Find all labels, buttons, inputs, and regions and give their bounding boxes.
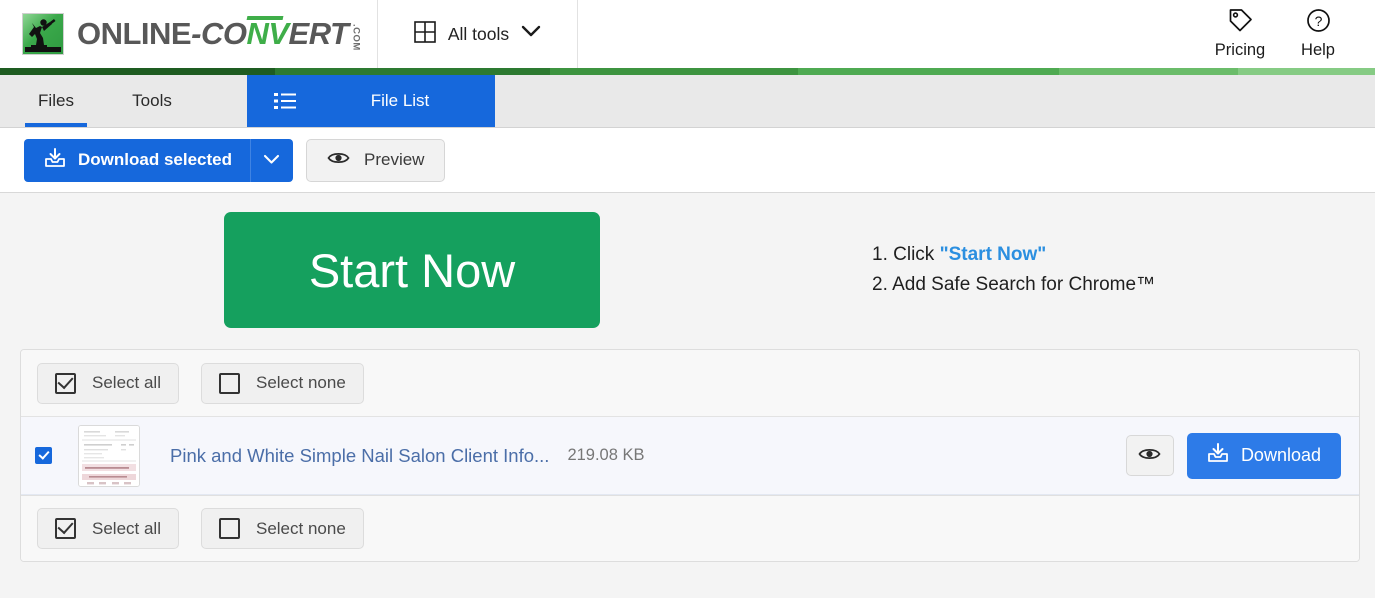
tab-files-label: Files (38, 91, 74, 110)
eye-icon (327, 150, 350, 171)
select-none-button-bottom[interactable]: Select none (200, 508, 364, 549)
tab-file-list-label: File List (370, 91, 430, 110)
file-size: 219.08 KB (567, 446, 645, 464)
promo-section: Start Now 1. Click "Start Now" 2. Add Sa… (0, 193, 1375, 341)
checkbox-checked-icon (55, 372, 76, 394)
download-options-caret[interactable] (249, 138, 293, 182)
header-actions: Pricing ? Help (1205, 0, 1375, 68)
select-none-button-top[interactable]: Select none (200, 362, 364, 404)
all-tools-menu[interactable]: All tools (378, 0, 578, 68)
list-icon (247, 92, 323, 110)
brand-text-part3: NV (246, 16, 289, 51)
main-content: Start Now 1. Click "Start Now" 2. Add Sa… (0, 193, 1375, 562)
file-list-card: Select all Select none Pink and White Si… (20, 349, 1360, 562)
download-tray-icon (1207, 443, 1229, 468)
green-gradient-bar (0, 68, 1375, 75)
file-checkbox[interactable] (35, 447, 52, 464)
chevron-down-icon (521, 25, 541, 43)
file-name-link[interactable]: Pink and White Simple Nail Salon Client … (170, 445, 549, 467)
row-download-label: Download (1240, 445, 1321, 465)
select-toolbar-bottom: Select all Select none (21, 495, 1359, 561)
help-label: Help (1301, 41, 1335, 59)
brand-text-part2: -CO (191, 16, 247, 51)
svg-text:?: ? (1314, 13, 1322, 29)
promo-step-1-text: Click (893, 244, 940, 265)
grid-icon (414, 20, 436, 48)
all-tools-label: All tools (447, 23, 510, 44)
promo-step-1-highlight: "Start Now" (939, 244, 1047, 265)
pricing-label: Pricing (1214, 41, 1266, 59)
running-man-logo-icon (22, 13, 64, 55)
checkbox-checked-icon (55, 518, 76, 539)
preview-button[interactable]: Preview (305, 138, 446, 182)
checkbox-empty-icon (218, 372, 240, 394)
price-tag-icon (1228, 8, 1253, 38)
promo-steps: 1. Click "Start Now" 2. Add Safe Search … (872, 240, 1155, 300)
help-button[interactable]: ? Help (1283, 8, 1353, 60)
promo-step-2-text: Add Safe Search for Chrome™ (892, 274, 1156, 295)
download-selected-group: Download selected (24, 138, 293, 182)
start-now-label: Start Now (308, 243, 516, 297)
select-all-button-top[interactable]: Select all (37, 362, 179, 404)
select-all-button-bottom[interactable]: Select all (37, 508, 179, 549)
pricing-button[interactable]: Pricing (1205, 8, 1275, 60)
tab-tools[interactable]: Tools (117, 75, 187, 127)
tab-tools-label: Tools (132, 91, 172, 110)
document-thumbnail[interactable] (78, 424, 140, 487)
header-spacer (578, 0, 1205, 68)
checkbox-empty-icon (218, 518, 240, 539)
tab-file-list[interactable]: File List (247, 75, 495, 127)
question-circle-icon: ? (1306, 8, 1331, 38)
tab-files[interactable]: Files (25, 75, 87, 127)
select-all-label-bottom: Select all (92, 518, 161, 538)
select-all-label-top: Select all (92, 373, 161, 392)
row-download-button[interactable]: Download (1186, 432, 1341, 479)
tab-bar: Files Tools File List (0, 75, 1375, 128)
brand-text-part4: ERT (288, 16, 349, 51)
promo-step-1: 1. Click "Start Now" (872, 240, 1155, 270)
file-toolbar: Download selected Preview (0, 128, 1375, 193)
download-selected-label: Download selected (78, 150, 232, 169)
select-none-label-top: Select none (255, 373, 346, 392)
eye-icon (1138, 446, 1161, 465)
brand-text-part1: ONLINE (77, 16, 192, 51)
brand-logo[interactable]: ONLINE -CO NV ERT .COM (0, 0, 378, 68)
promo-step-2: 2. Add Safe Search for Chrome™ (872, 270, 1155, 300)
download-tray-icon (44, 147, 66, 173)
chevron-down-icon (263, 153, 280, 168)
brand-wordmark: ONLINE -CO NV ERT .COM (77, 16, 361, 52)
table-row: Pink and White Simple Nail Salon Client … (21, 416, 1359, 495)
promo-step-1-num: 1. (872, 244, 888, 265)
select-toolbar-top: Select all Select none (21, 350, 1359, 416)
brand-text-suffix: .COM (350, 24, 362, 51)
promo-step-2-num: 2. (872, 274, 888, 295)
preview-label: Preview (363, 150, 425, 169)
site-header: ONLINE -CO NV ERT .COM All tools Pricing… (0, 0, 1375, 68)
select-none-label-bottom: Select none (255, 518, 346, 538)
row-preview-button[interactable] (1125, 435, 1174, 476)
download-selected-button[interactable]: Download selected (24, 138, 250, 182)
start-now-button[interactable]: Start Now (224, 212, 600, 328)
